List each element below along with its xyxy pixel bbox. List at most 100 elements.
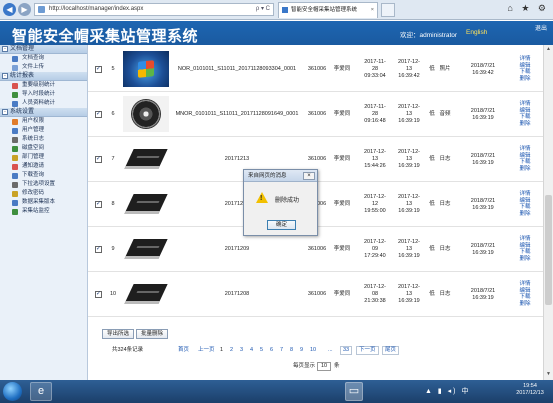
vertical-scrollbar[interactable]: ▲ ▼ [543, 45, 553, 380]
updated-date-line: 2018/7/21 [470, 63, 496, 69]
row-checkbox[interactable]: ✓ [95, 291, 102, 298]
upload-icon [12, 65, 18, 71]
delete-link[interactable]: 删除 [514, 211, 536, 218]
address-bar[interactable]: http://localhost/manager/index.aspx ρ ▾ … [34, 3, 274, 16]
pager-page-10[interactable]: 10 [310, 347, 316, 354]
forward-button[interactable]: ▶ [18, 3, 31, 16]
user-icon [12, 119, 18, 125]
tab-close-icon[interactable]: × [371, 3, 374, 17]
file-type: 日志 [439, 156, 451, 162]
delete-link[interactable]: 删除 [514, 301, 536, 308]
scroll-down-icon[interactable]: ▼ [545, 371, 552, 378]
import-time-line: 13 [405, 111, 413, 117]
sidebar-item-departments[interactable]: 部门管理 [0, 153, 87, 162]
sidebar-item-change-password[interactable]: 修改密码 [0, 189, 87, 198]
welcome-text: 欢迎：administrator [400, 32, 458, 39]
per-page-input[interactable]: 10 [317, 362, 331, 371]
thumbnail-image[interactable] [123, 231, 169, 267]
browser-tools-icons[interactable]: ⌂ ★ ⚙ [507, 3, 549, 14]
start-button[interactable] [3, 382, 22, 401]
thumbnail-image[interactable] [123, 51, 169, 87]
scroll-thumb[interactable] [545, 195, 552, 305]
row-number: 6 [111, 111, 115, 117]
sidebar-section-documents[interactable]: - 文档管理 [0, 45, 87, 54]
pager-next-link[interactable]: 下一页 [356, 346, 379, 355]
updated-date-line: 16:39:19 [472, 115, 494, 121]
pager-page-8[interactable]: 8 [290, 347, 293, 354]
file-name: 20171213 [224, 156, 250, 162]
row-checkbox[interactable]: ✓ [95, 246, 102, 253]
thumbnail-image[interactable] [123, 141, 169, 177]
pager-page-5[interactable]: 5 [260, 347, 263, 354]
thumbnail-image[interactable] [123, 96, 169, 132]
row-checkbox[interactable]: ✓ [95, 201, 102, 208]
sidebar-item-downloads[interactable]: 下载查询 [0, 171, 87, 180]
row-checkbox[interactable]: ✓ [95, 111, 102, 118]
sidebar-item-doc-search[interactable]: 文档查询 [0, 54, 87, 63]
app-header: 智能安全帽采集站管理系统 欢迎：administrator English 退出 [0, 21, 553, 45]
sidebar-item-dropdown-settings[interactable]: 下拉选项设置 [0, 180, 87, 189]
batch-delete-button[interactable]: 批量删除 [136, 329, 168, 339]
pager-page-4[interactable]: 4 [250, 347, 253, 354]
new-tab-button[interactable] [381, 3, 395, 17]
sidebar-item-user-permissions[interactable]: 用户权限 [0, 117, 87, 126]
browser-tab[interactable]: 智能安全帽采集站管理系统 × [278, 2, 378, 18]
sidebar-item-disk-space[interactable]: 磁盘空间 [0, 144, 87, 153]
thumbnail-image[interactable] [123, 276, 169, 312]
dialog-close-button[interactable]: × [303, 172, 315, 180]
sidebar-item-label: 用户管理 [22, 127, 45, 133]
pager-page-3[interactable]: 3 [240, 347, 243, 354]
sidebar-item-label: 重要级别统计 [22, 82, 56, 88]
sidebar-item-label: 下载查询 [22, 172, 45, 178]
collapse-icon[interactable]: - [2, 73, 8, 79]
pager-last-link[interactable]: 尾页 [382, 346, 400, 355]
thumbnail-image[interactable] [123, 186, 169, 222]
file-type: 音频 [439, 111, 451, 117]
row-checkbox[interactable]: ✓ [95, 66, 102, 73]
sidebar-section-settings[interactable]: - 系统设置 [0, 108, 87, 117]
system-tray-icons[interactable]: ▲ ▮ ◂) 中 [425, 386, 470, 396]
sidebar-item-level-stats[interactable]: 重要级别统计 [0, 81, 87, 90]
sidebar-item-upload[interactable]: 文件上传 [0, 63, 87, 72]
back-button[interactable]: ◀ [3, 3, 16, 16]
sidebar-item-station-monitor[interactable]: 采集站监控 [0, 207, 87, 216]
tab-favicon-icon [282, 7, 288, 13]
pager-page-9[interactable]: 9 [300, 347, 303, 354]
pager-page-2[interactable]: 2 [230, 347, 233, 354]
import-time: 2017-12- 13 16:39:19 [394, 284, 424, 305]
sidebar-item-collector-version[interactable]: 数据采集版本 [0, 198, 87, 207]
pager-prev-link[interactable]: 上一页 [198, 347, 215, 354]
pager-page-1[interactable]: 1 [220, 347, 223, 354]
scroll-up-icon[interactable]: ▲ [545, 46, 552, 53]
pager-first-link[interactable]: 首页 [178, 347, 189, 354]
language-link[interactable]: English [466, 29, 487, 36]
address-tools-icon[interactable]: ρ ▾ C [256, 4, 270, 15]
export-selected-button[interactable]: 导出所选 [102, 329, 134, 339]
sidebar-item-people-stats[interactable]: 人员资料统计 [0, 99, 87, 108]
sidebar-item-import-stats[interactable]: 导入时段统计 [0, 90, 87, 99]
delete-link[interactable]: 删除 [514, 76, 536, 83]
notebook-band [136, 291, 160, 293]
row-checkbox[interactable]: ✓ [95, 156, 102, 163]
clock[interactable]: 19:54 2017/12/13 [512, 383, 548, 397]
sidebar-item-label: 用户权限 [22, 118, 45, 124]
dialog-ok-button[interactable]: 确定 [267, 220, 296, 230]
pager-page-33[interactable]: 33 [340, 346, 353, 355]
collapse-icon[interactable]: - [2, 109, 8, 115]
sidebar-section-reports[interactable]: - 统计报表 [0, 72, 87, 81]
delete-link[interactable]: 删除 [514, 256, 536, 263]
sidebar-item-user-management[interactable]: 用户管理 [0, 126, 87, 135]
sidebar-item-notifications[interactable]: 通知邀请 [0, 162, 87, 171]
key-icon [12, 191, 18, 197]
window-taskbar-icon[interactable]: ▭ [345, 382, 363, 401]
delete-link[interactable]: 删除 [514, 121, 536, 128]
delete-link[interactable]: 删除 [514, 166, 536, 173]
pager-page-6[interactable]: 6 [270, 347, 273, 354]
notice-icon [12, 164, 18, 170]
collapse-icon[interactable]: - [2, 46, 8, 52]
dialog-title-bar[interactable]: 来自网页的消息 × [244, 170, 317, 182]
ie-taskbar-icon[interactable]: e [30, 382, 52, 401]
sidebar-item-system-log[interactable]: 系统日志 [0, 135, 87, 144]
logout-link[interactable]: 退出 [535, 23, 547, 32]
pager-page-7[interactable]: 7 [280, 347, 283, 354]
